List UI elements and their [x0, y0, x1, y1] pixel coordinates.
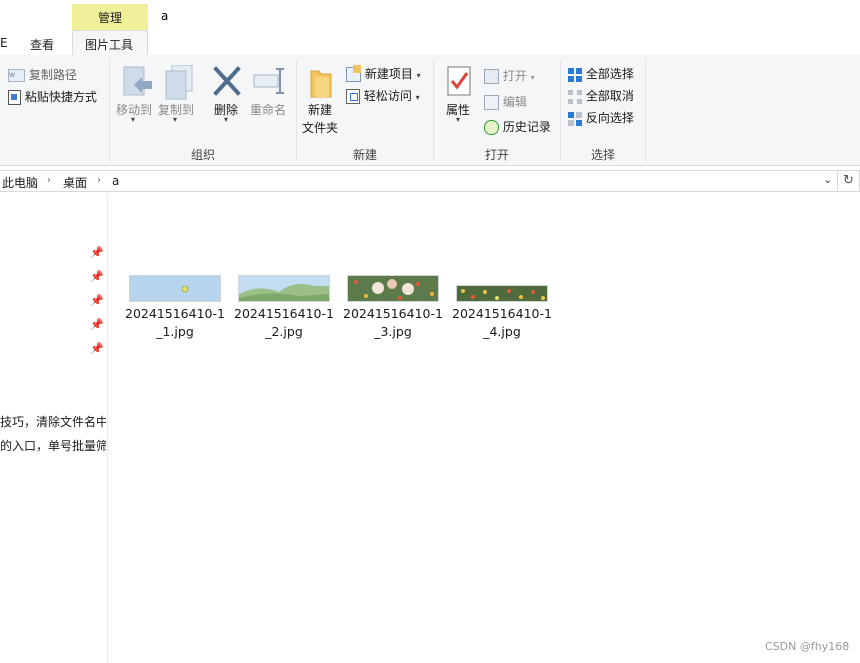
file-name-3[interactable]: 20241516410-1 _3.jpg: [338, 305, 448, 341]
paste-shortcut-button[interactable]: 粘贴快捷方式: [8, 88, 97, 105]
refresh-icon[interactable]: ↻: [838, 170, 860, 192]
pin-icon[interactable]: 📌: [90, 270, 104, 283]
file-thumbnail-1[interactable]: [129, 275, 221, 302]
file-name-1[interactable]: 20241516410-1 _1.jpg: [120, 305, 230, 341]
file-name-line: 20241516410-1: [452, 306, 552, 321]
invert-selection-button[interactable]: 反向选择: [568, 109, 634, 126]
select-none-icon: [568, 89, 582, 104]
pin-icon[interactable]: 📌: [90, 342, 104, 355]
copy-to-button[interactable]: 复制到 ▾: [158, 63, 196, 124]
image-thumbnail: [347, 275, 439, 302]
easy-access-label: 轻松访问: [363, 89, 412, 103]
file-name-line: 20241516410-1: [125, 306, 225, 321]
easy-access-caret: ▾: [415, 93, 420, 102]
image-thumbnail: [456, 285, 548, 302]
history-icon: [484, 120, 499, 135]
open-caret: ▾: [530, 73, 535, 82]
address-history-dropdown-icon[interactable]: ⌄: [823, 173, 832, 186]
open-group-label: 打开: [484, 148, 509, 162]
breadcrumb-desktop[interactable]: 桌面: [63, 174, 87, 191]
new-group-label: 新建: [352, 148, 377, 162]
rename-icon: [253, 68, 284, 94]
new-item-caret: ▾: [416, 71, 421, 80]
new-item-icon: [346, 65, 361, 82]
delete-caret: ▾: [224, 115, 229, 124]
copy-path-label: 复制路径: [28, 68, 77, 82]
properties-icon: [447, 66, 471, 96]
select-all-label: 全部选择: [585, 67, 634, 81]
paste-shortcut-label: 粘贴快捷方式: [24, 90, 97, 104]
copy-to-caret: ▾: [173, 115, 178, 124]
breadcrumb-this-pc[interactable]: 此电脑: [2, 174, 38, 191]
breadcrumb-current[interactable]: a: [112, 174, 119, 188]
organize-group-label: 组织: [190, 148, 215, 162]
file-thumbnail-3[interactable]: [347, 275, 439, 302]
open-label: 打开: [502, 69, 527, 83]
delete-icon: [213, 66, 241, 96]
new-folder-button[interactable]: 新建 文件夹: [302, 63, 342, 137]
tab-picture-tools-label: 图片工具: [85, 38, 134, 52]
tab-partial[interactable]: E: [0, 36, 8, 50]
file-name-line: _1.jpg: [156, 324, 194, 339]
edit-icon: [484, 95, 499, 110]
address-bar[interactable]: [0, 170, 838, 192]
copy-path-button[interactable]: W 复制路径: [8, 66, 77, 83]
pin-icon[interactable]: 📌: [90, 318, 104, 331]
file-thumbnail-2[interactable]: [238, 275, 330, 302]
file-name-line: 20241516410-1: [343, 306, 443, 321]
file-name-2[interactable]: 20241516410-1 _2.jpg: [229, 305, 339, 341]
delete-button[interactable]: 删除 ▾: [212, 63, 242, 124]
nav-item-truncated[interactable]: 的入口，单号批量筛选: [0, 437, 106, 454]
new-folder-label-1: 新建: [308, 103, 333, 117]
window-title: a: [161, 9, 169, 23]
move-to-icon: [123, 66, 152, 96]
easy-access-button[interactable]: 轻松访问 ▾: [346, 87, 420, 104]
properties-caret: ▾: [456, 115, 461, 124]
pin-icon[interactable]: 📌: [90, 246, 104, 259]
history-label: 历史记录: [502, 120, 551, 134]
open-button[interactable]: 打开 ▾: [484, 67, 535, 84]
pin-icon[interactable]: 📌: [90, 294, 104, 307]
move-to-button[interactable]: 移动到 ▾: [116, 63, 154, 124]
paste-shortcut-icon: [8, 90, 21, 105]
folder-icon: [310, 70, 332, 98]
file-name-line: _3.jpg: [374, 324, 412, 339]
chevron-right-icon[interactable]: ›: [47, 175, 51, 186]
new-folder-label-2: 文件夹: [302, 121, 339, 135]
file-name-line: _4.jpg: [483, 324, 521, 339]
image-thumbnail: [129, 275, 221, 302]
invert-selection-icon: [568, 111, 582, 126]
properties-button[interactable]: 属性 ▾: [442, 63, 476, 129]
history-button[interactable]: 历史记录: [484, 118, 551, 135]
select-all-icon: [568, 67, 582, 82]
tab-partial-label: E: [0, 36, 8, 50]
easy-access-icon: [346, 89, 360, 104]
context-group-label: 管理: [97, 11, 122, 25]
new-item-button[interactable]: 新建项目 ▾: [346, 65, 421, 82]
file-name-line: _2.jpg: [265, 324, 303, 339]
copy-path-icon: W: [8, 69, 25, 82]
rename-label: 重命名: [250, 103, 287, 117]
ribbon-separator: [645, 60, 646, 162]
file-name-line: 20241516410-1: [234, 306, 334, 321]
move-to-caret: ▾: [131, 115, 136, 124]
file-thumbnail-4[interactable]: [456, 285, 548, 302]
tab-view[interactable]: 查看: [30, 36, 54, 53]
chevron-right-icon[interactable]: ›: [97, 175, 101, 186]
new-item-label: 新建项目: [364, 67, 413, 81]
image-thumbnail: [238, 275, 330, 302]
edit-button[interactable]: 编辑: [484, 93, 527, 110]
watermark: CSDN @fhy168: [765, 640, 850, 653]
select-none-label: 全部取消: [585, 89, 634, 103]
nav-item-truncated[interactable]: 技巧，清除文件名中的: [0, 413, 106, 430]
invert-selection-label: 反向选择: [585, 111, 634, 125]
select-none-button[interactable]: 全部取消: [568, 87, 634, 104]
file-name-4[interactable]: 20241516410-1 _4.jpg: [447, 305, 557, 341]
edit-label: 编辑: [502, 95, 527, 109]
select-all-button[interactable]: 全部选择: [568, 65, 634, 82]
open-icon: [484, 69, 499, 84]
copy-to-icon: [165, 65, 193, 100]
rename-button[interactable]: 重命名: [248, 63, 288, 123]
select-group-label: 选择: [590, 148, 615, 162]
